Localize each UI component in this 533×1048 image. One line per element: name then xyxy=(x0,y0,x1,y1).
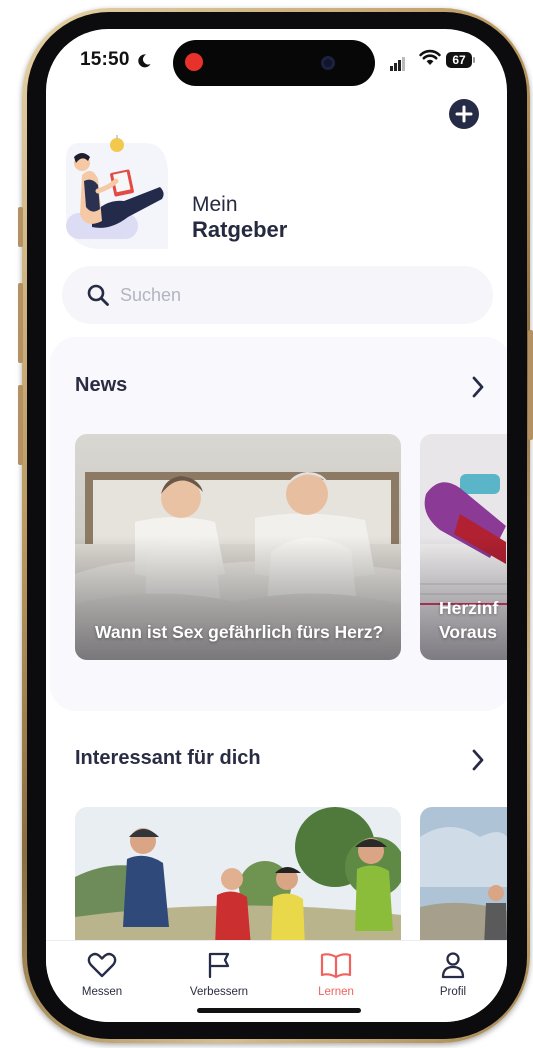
news-card[interactable]: Wann ist Sex gefährlich fürs Herz? xyxy=(75,434,401,660)
search-icon xyxy=(87,284,109,306)
person-icon xyxy=(441,952,465,979)
tab-profil[interactable]: Profil xyxy=(408,951,498,998)
news-title: News xyxy=(75,374,128,396)
tab-verbessern-label: Verbessern xyxy=(189,986,249,998)
volume-up-button xyxy=(18,283,23,363)
battery-tip xyxy=(473,57,475,63)
article-card[interactable] xyxy=(75,807,401,947)
mute-switch xyxy=(18,207,23,247)
search-input[interactable] xyxy=(120,281,460,309)
tab-profil-label: Profil xyxy=(439,986,467,998)
home-indicator[interactable] xyxy=(197,1008,361,1013)
add-button[interactable] xyxy=(449,99,479,129)
article-card-image xyxy=(420,807,507,947)
camera-dot xyxy=(321,56,335,70)
flag-icon xyxy=(208,952,230,979)
wifi-icon xyxy=(419,49,441,65)
moon-icon xyxy=(138,54,151,68)
news-chevron-right-icon[interactable] xyxy=(470,375,486,399)
recording-indicator xyxy=(185,53,203,71)
app-screen: 15:50 67 Mein Ratgeber Suchen News Wann … xyxy=(46,29,507,1022)
interesting-chevron-right-icon[interactable] xyxy=(470,748,486,772)
tab-lernen-label: Lernen xyxy=(318,986,354,998)
battery-indicator: 67 xyxy=(446,52,472,68)
news-card[interactable]: Herzinf Voraus xyxy=(420,434,507,660)
page-subtitle: Mein xyxy=(192,193,238,216)
reading-person-illustration xyxy=(66,135,168,249)
article-card-image xyxy=(75,807,401,947)
search-bar[interactable] xyxy=(62,266,493,324)
dynamic-island xyxy=(173,40,375,86)
heart-icon xyxy=(87,952,117,978)
tab-messen[interactable]: Messen xyxy=(57,951,147,998)
cellular-signal-icon xyxy=(390,53,406,71)
tab-verbessern[interactable]: Verbessern xyxy=(174,951,264,998)
news-card-title: Herzinf Voraus xyxy=(439,598,499,642)
tab-messen-label: Messen xyxy=(81,986,123,998)
status-time: 15:50 xyxy=(80,49,130,70)
volume-down-button xyxy=(18,385,23,465)
power-button xyxy=(528,330,533,440)
plus-icon xyxy=(455,105,473,123)
interesting-title: Interessant für dich xyxy=(75,747,261,769)
news-card-title: Wann ist Sex gefährlich fürs Herz? xyxy=(95,622,384,642)
article-card[interactable] xyxy=(420,807,507,947)
book-icon xyxy=(320,953,352,979)
page-title: Ratgeber xyxy=(192,217,288,242)
tab-lernen[interactable]: Lernen xyxy=(291,951,381,998)
